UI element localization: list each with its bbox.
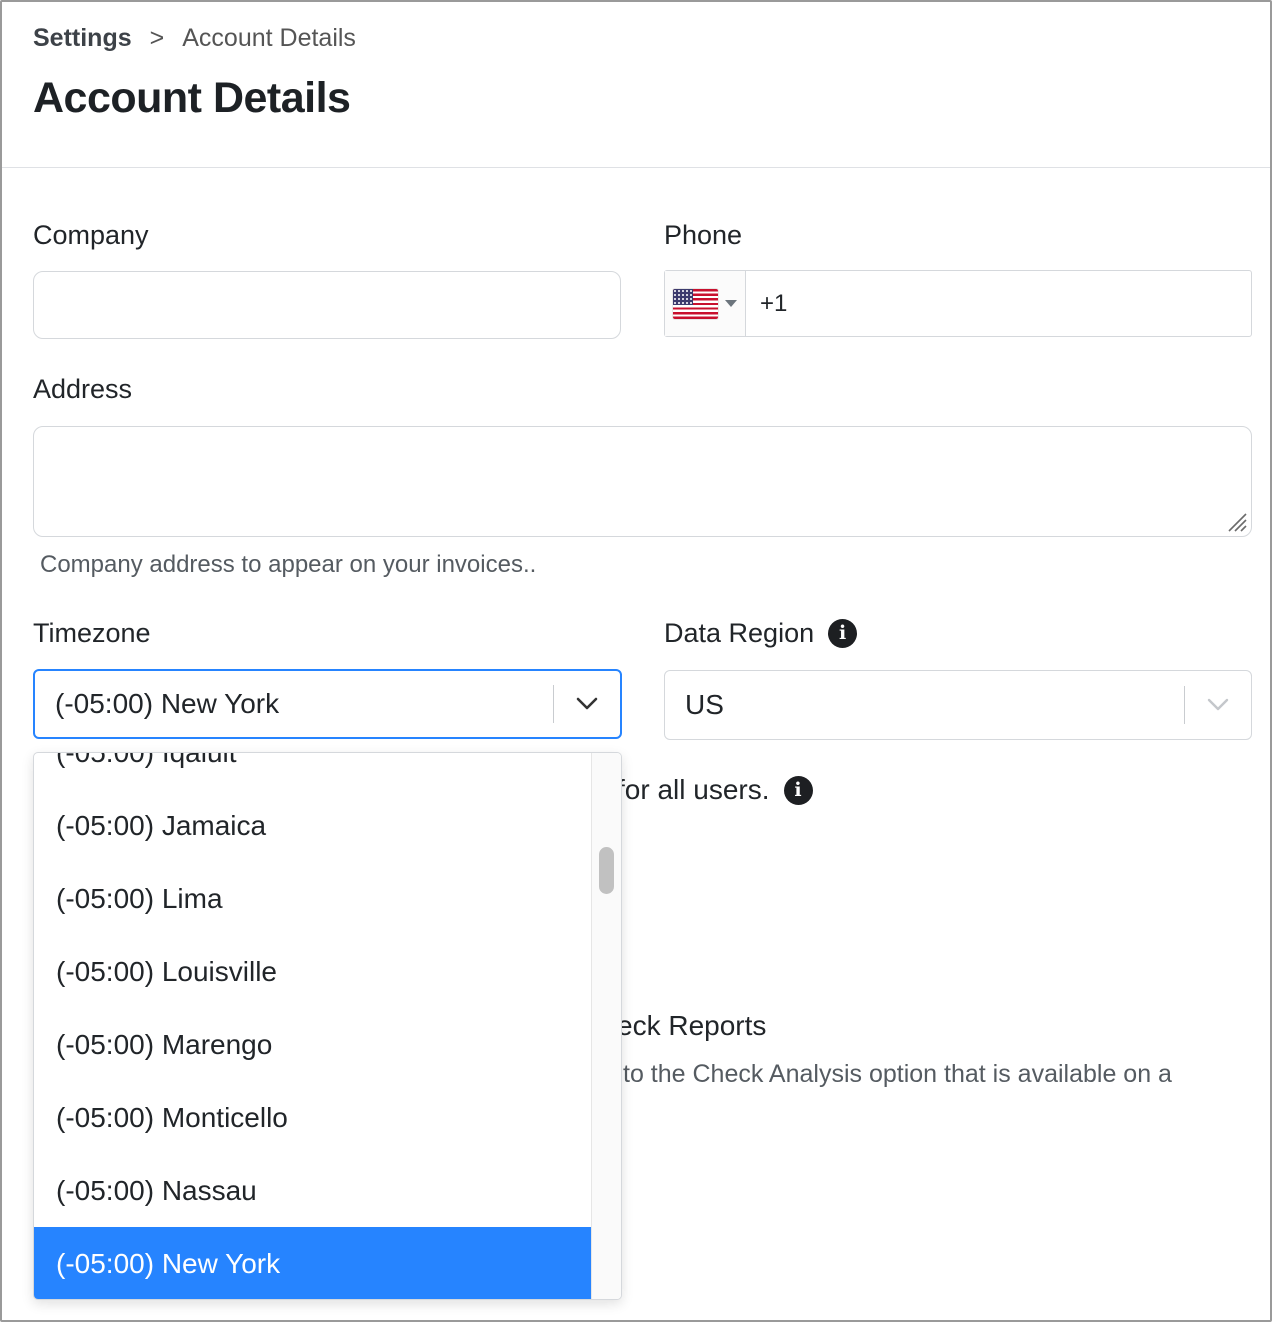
info-icon[interactable]: i	[828, 619, 858, 648]
timezone-option[interactable]: (-05:00) Lima	[34, 862, 592, 935]
scrollbar-thumb[interactable]	[599, 847, 614, 894]
timezone-dropdown-toggle[interactable]	[554, 671, 620, 737]
data-region-dropdown-toggle[interactable]	[1185, 671, 1251, 739]
company-label: Company	[33, 220, 149, 250]
phone-label: Phone	[664, 220, 743, 250]
timezone-label: Timezone	[33, 618, 151, 648]
resize-grip-icon[interactable]	[1225, 510, 1247, 532]
users-note-text: for all users.	[617, 774, 770, 805]
check-reports-description: to the Check Analysis option that is ava…	[623, 1060, 1172, 1088]
info-icon[interactable]: i	[783, 775, 813, 805]
breadcrumb-settings-link[interactable]: Settings	[33, 24, 132, 53]
data-region-label-row: Data Region i	[664, 618, 858, 649]
data-region-select[interactable]: US	[664, 670, 1252, 740]
us-flag-icon	[673, 288, 718, 319]
timezone-options-list: (-05:00) Iqaluit (-05:00) Jamaica (-05:0…	[34, 753, 592, 1299]
phone-field: +1	[664, 270, 1252, 337]
phone-input[interactable]: +1	[746, 271, 1251, 336]
country-code-selector[interactable]	[665, 271, 746, 336]
chevron-down-icon	[576, 697, 598, 710]
page-header: Settings > Account Details Account Detai…	[2, 2, 1270, 168]
timezone-option[interactable]: (-05:00) Monticello	[34, 1081, 592, 1154]
timezone-option[interactable]: (-05:00) Marengo	[34, 1008, 592, 1081]
address-help-text: Company address to appear on your invoic…	[40, 551, 537, 578]
chevron-down-icon	[1207, 698, 1229, 711]
timezone-option[interactable]: (-05:00) Jamaica	[34, 789, 592, 862]
timezone-option[interactable]: (-05:00) Louisville	[34, 935, 592, 1008]
timezone-option[interactable]: (-05:00) Nassau	[34, 1154, 592, 1227]
timezone-option[interactable]: (-05:00) Iqaluit	[34, 753, 592, 789]
menu-scrollbar[interactable]	[591, 753, 621, 1299]
data-region-label: Data Region	[664, 618, 815, 648]
page-title: Account Details	[33, 74, 351, 122]
timezone-selected-value: (-05:00) New York	[55, 688, 280, 719]
timezone-option-selected[interactable]: (-05:00) New York	[34, 1227, 592, 1299]
page-frame: Settings > Account Details Account Detai…	[0, 0, 1272, 1322]
users-note-row: for all users. i	[617, 774, 813, 806]
company-input[interactable]	[33, 271, 621, 339]
breadcrumb-current: Account Details	[182, 24, 356, 52]
data-region-value: US	[685, 689, 724, 720]
check-reports-title: eck Reports	[617, 1010, 767, 1041]
address-label: Address	[33, 374, 133, 404]
address-textarea[interactable]	[33, 426, 1252, 537]
timezone-select[interactable]: (-05:00) New York	[33, 669, 622, 739]
timezone-dropdown-menu: (-05:00) Iqaluit (-05:00) Jamaica (-05:0…	[33, 752, 622, 1300]
caret-down-icon	[725, 300, 737, 307]
breadcrumb: Settings > Account Details	[33, 24, 356, 53]
breadcrumb-separator: >	[149, 24, 165, 52]
